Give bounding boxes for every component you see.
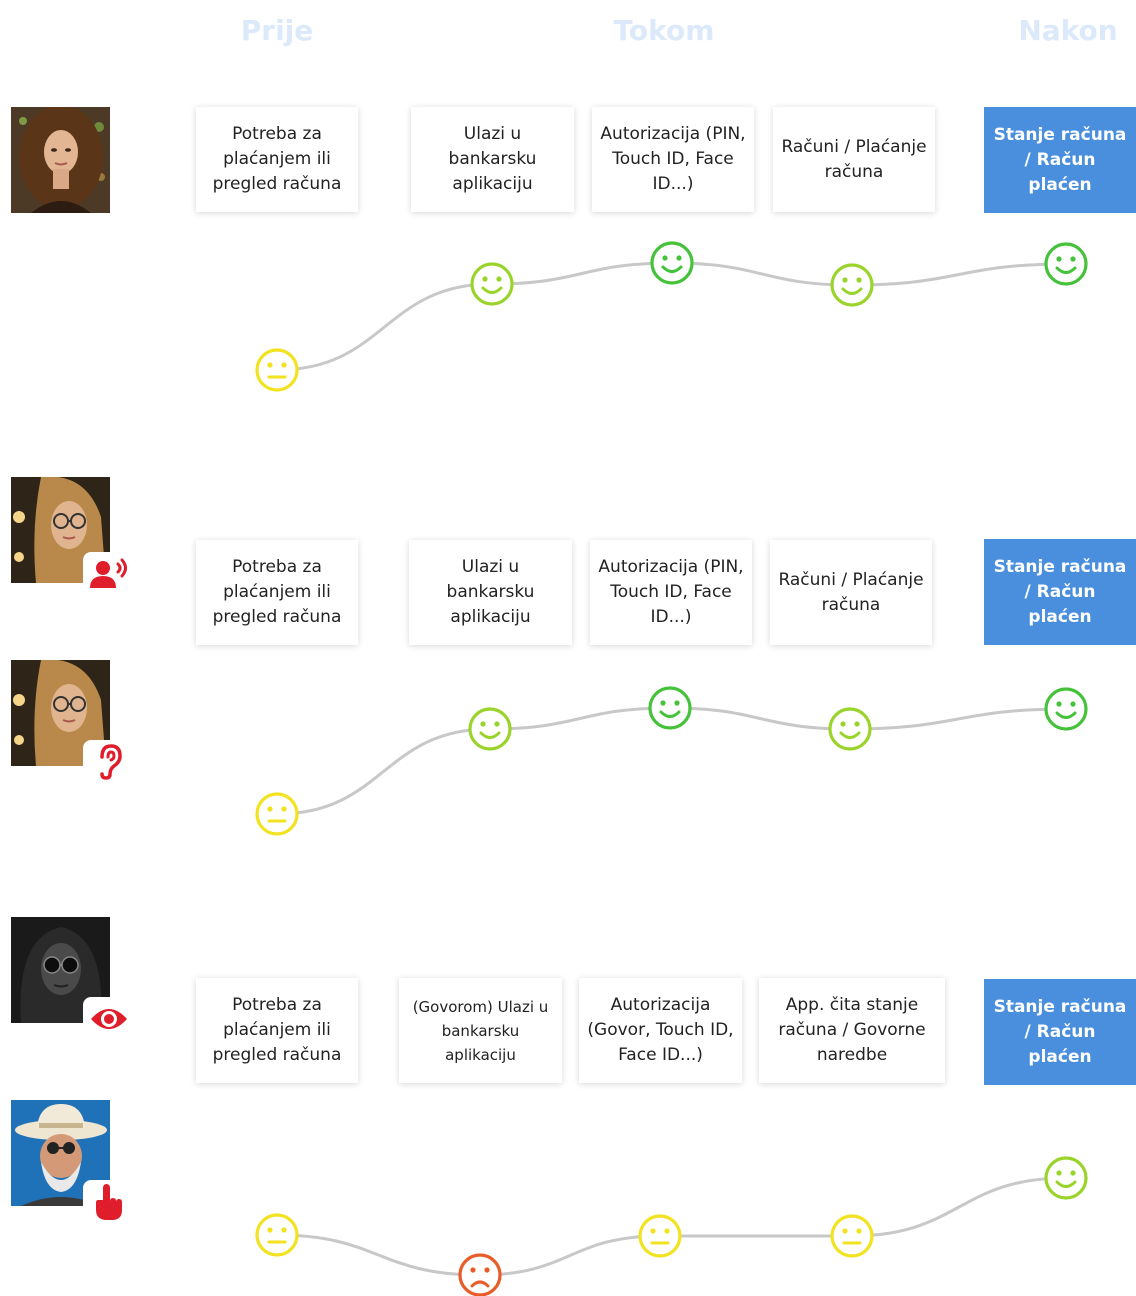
content-face-icon [1044,1156,1088,1200]
happy-face-icon [648,686,692,730]
sad-face-icon [458,1253,502,1296]
content-face-icon [828,707,872,751]
neutral-face-icon [255,1213,299,1257]
neutral-face-icon [638,1214,682,1258]
content-face-icon [830,263,874,307]
happy-face-icon [650,241,694,285]
neutral-face-icon [830,1214,874,1258]
happy-face-icon [1044,242,1088,286]
neutral-face-icon [255,792,299,836]
happy-face-icon [1044,687,1088,731]
content-face-icon [468,707,512,751]
content-face-icon [470,262,514,306]
neutral-face-icon [255,348,299,392]
emotion-curves [255,241,1088,1296]
